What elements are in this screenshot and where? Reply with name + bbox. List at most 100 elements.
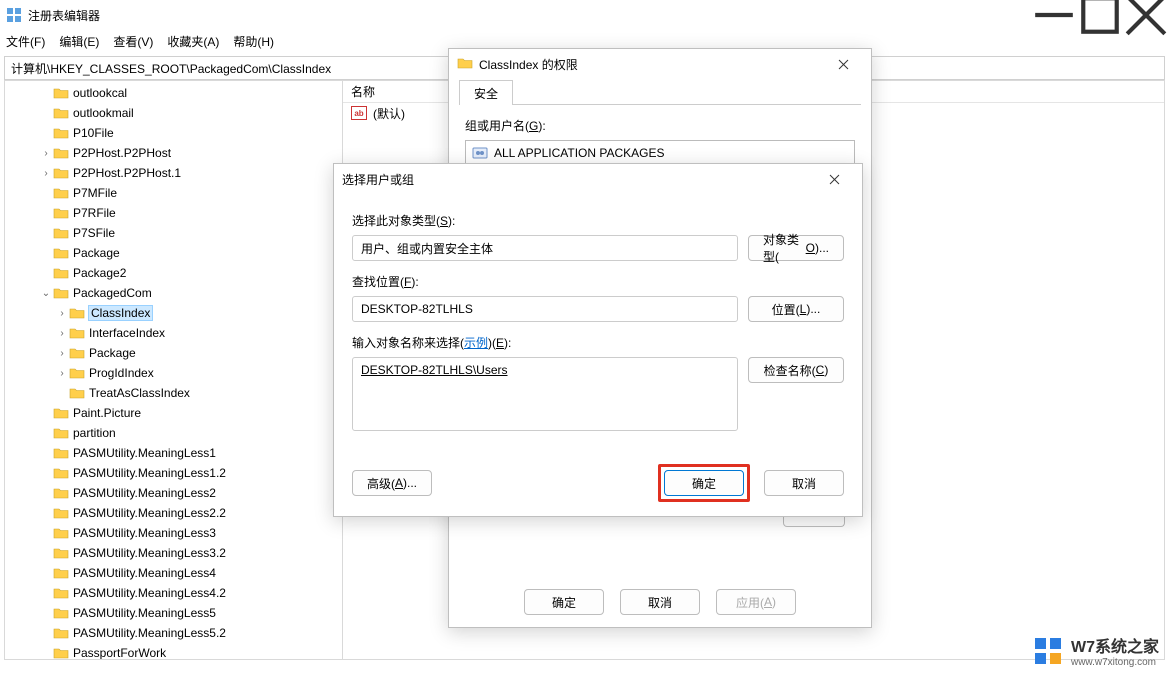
chevron-right-icon[interactable]: ›: [55, 328, 69, 339]
chevron-right-icon[interactable]: ›: [55, 348, 69, 359]
folder-icon: [53, 286, 69, 300]
tab-security[interactable]: 安全: [459, 80, 513, 105]
tree-node[interactable]: ⌄ PackagedCom: [5, 283, 342, 303]
tree-node[interactable]: P7SFile: [5, 223, 342, 243]
permissions-cancel-button[interactable]: 取消: [620, 589, 700, 615]
folder-icon: [69, 326, 85, 340]
menu-edit[interactable]: 编辑(E): [59, 33, 99, 50]
tree-node[interactable]: ›P2PHost.P2PHost.1: [5, 163, 342, 183]
close-button[interactable]: [1123, 0, 1169, 30]
folder-icon: [53, 486, 69, 500]
tree-node[interactable]: PASMUtility.MeaningLess2.2: [5, 503, 342, 523]
maximize-button[interactable]: [1077, 0, 1123, 30]
permissions-titlebar[interactable]: ClassIndex 的权限: [449, 49, 871, 79]
menu-view[interactable]: 查看(V): [113, 33, 153, 50]
folder-icon: [53, 106, 69, 120]
folder-icon: [53, 146, 69, 160]
folder-icon: [53, 226, 69, 240]
tree-node[interactable]: PASMUtility.MeaningLess1.2: [5, 463, 342, 483]
tree-node[interactable]: outlookmail: [5, 103, 342, 123]
tree-label: P7MFile: [73, 186, 117, 200]
object-types-button[interactable]: 对象类型(O)...: [748, 235, 844, 261]
tree-label: Package2: [73, 266, 126, 280]
column-name[interactable]: 名称: [343, 83, 423, 100]
select-user-close-button[interactable]: [814, 164, 854, 194]
tree-label: outlookcal: [73, 86, 127, 100]
string-icon: ab: [351, 106, 367, 120]
menu-file[interactable]: 文件(F): [6, 33, 45, 50]
tree-node[interactable]: › InterfaceIndex: [5, 323, 342, 343]
folder-icon: [53, 206, 69, 220]
tree-label: outlookmail: [73, 106, 134, 120]
tree-label: P7SFile: [73, 226, 115, 240]
tree-node[interactable]: PASMUtility.MeaningLess4: [5, 563, 342, 583]
tree-node[interactable]: PASMUtility.MeaningLess1: [5, 443, 342, 463]
chevron-right-icon[interactable]: ›: [55, 308, 69, 319]
permissions-ok-button[interactable]: 确定: [524, 589, 604, 615]
permissions-tabs: 安全: [459, 79, 861, 105]
select-user-titlebar[interactable]: 选择用户或组: [334, 164, 862, 194]
tree-label: PASMUtility.MeaningLess5.2: [73, 626, 226, 640]
tree-node[interactable]: ›ProgIdIndex: [5, 363, 342, 383]
watermark-logo-icon: [1033, 636, 1063, 666]
example-link[interactable]: 示例: [464, 336, 488, 350]
check-names-button[interactable]: 检查名称(C): [748, 357, 844, 383]
tree-node[interactable]: PASMUtility.MeaningLess5: [5, 603, 342, 623]
object-type-field: 用户、组或内置安全主体: [352, 235, 738, 261]
tree-node[interactable]: P10File: [5, 123, 342, 143]
tree-node[interactable]: PASMUtility.MeaningLess4.2: [5, 583, 342, 603]
tree-node[interactable]: PassportForWork: [5, 643, 342, 659]
object-name-label: 输入对象名称来选择(示例)(E):: [352, 334, 844, 351]
tree-node[interactable]: ›ClassIndex: [5, 303, 342, 323]
menu-help[interactable]: 帮助(H): [233, 33, 274, 50]
tree-label: InterfaceIndex: [89, 326, 165, 340]
menu-favorites[interactable]: 收藏夹(A): [167, 33, 219, 50]
tree-node[interactable]: P7RFile: [5, 203, 342, 223]
window-controls: [1031, 0, 1169, 30]
chevron-down-icon[interactable]: ⌄: [39, 288, 53, 299]
tree-node[interactable]: partition: [5, 423, 342, 443]
tree-node[interactable]: PASMUtility.MeaningLess3: [5, 523, 342, 543]
tree-node[interactable]: ›Package: [5, 343, 342, 363]
tree-node[interactable]: Package2: [5, 263, 342, 283]
tree-label: PackagedCom: [73, 286, 152, 300]
tree-label: PASMUtility.MeaningLess2: [73, 486, 216, 500]
watermark: W7系统之家 www.w7xitong.com: [1033, 633, 1159, 668]
watermark-sub: www.w7xitong.com: [1071, 657, 1159, 668]
tree-node[interactable]: TreatAsClassIndex: [5, 383, 342, 403]
tree-node[interactable]: PASMUtility.MeaningLess3.2: [5, 543, 342, 563]
permissions-title: ClassIndex 的权限: [479, 56, 578, 73]
tree-node[interactable]: PASMUtility.MeaningLess5.2: [5, 623, 342, 643]
tree-label: PASMUtility.MeaningLess4: [73, 566, 216, 580]
locations-button[interactable]: 位置(L)...: [748, 296, 844, 322]
object-name-input[interactable]: DESKTOP-82TLHLS\Users: [352, 357, 738, 431]
tree-node[interactable]: P7MFile: [5, 183, 342, 203]
folder-icon: [53, 566, 69, 580]
chevron-right-icon[interactable]: ›: [39, 168, 53, 179]
tree-label: PassportForWork: [73, 646, 166, 659]
folder-icon: [53, 526, 69, 540]
window-title: 注册表编辑器: [28, 7, 100, 24]
minimize-button[interactable]: [1031, 0, 1077, 30]
registry-tree[interactable]: outlookcaloutlookmailP10File›P2PHost.P2P…: [5, 81, 343, 659]
window-titlebar: 注册表编辑器: [0, 0, 1169, 30]
ok-highlight: 确定: [658, 464, 750, 502]
chevron-right-icon[interactable]: ›: [39, 148, 53, 159]
tree-node[interactable]: Package: [5, 243, 342, 263]
tree-label: TreatAsClassIndex: [89, 386, 190, 400]
tree-node[interactable]: ›P2PHost.P2PHost: [5, 143, 342, 163]
select-user-ok-button[interactable]: 确定: [664, 470, 744, 496]
folder-icon: [53, 426, 69, 440]
tree-label: partition: [73, 426, 116, 440]
permissions-apply-button[interactable]: 应用(A): [716, 589, 796, 615]
tree-node[interactable]: outlookcal: [5, 83, 342, 103]
folder-icon: [69, 306, 85, 320]
tree-node[interactable]: PASMUtility.MeaningLess2: [5, 483, 342, 503]
advanced-button[interactable]: 高级(A)...: [352, 470, 432, 496]
select-user-cancel-button[interactable]: 取消: [764, 470, 844, 496]
chevron-right-icon[interactable]: ›: [55, 368, 69, 379]
group-users-item: ALL APPLICATION PACKAGES: [494, 146, 665, 160]
tree-node[interactable]: Paint.Picture: [5, 403, 342, 423]
permissions-close-button[interactable]: [823, 49, 863, 79]
folder-icon: [53, 646, 69, 659]
